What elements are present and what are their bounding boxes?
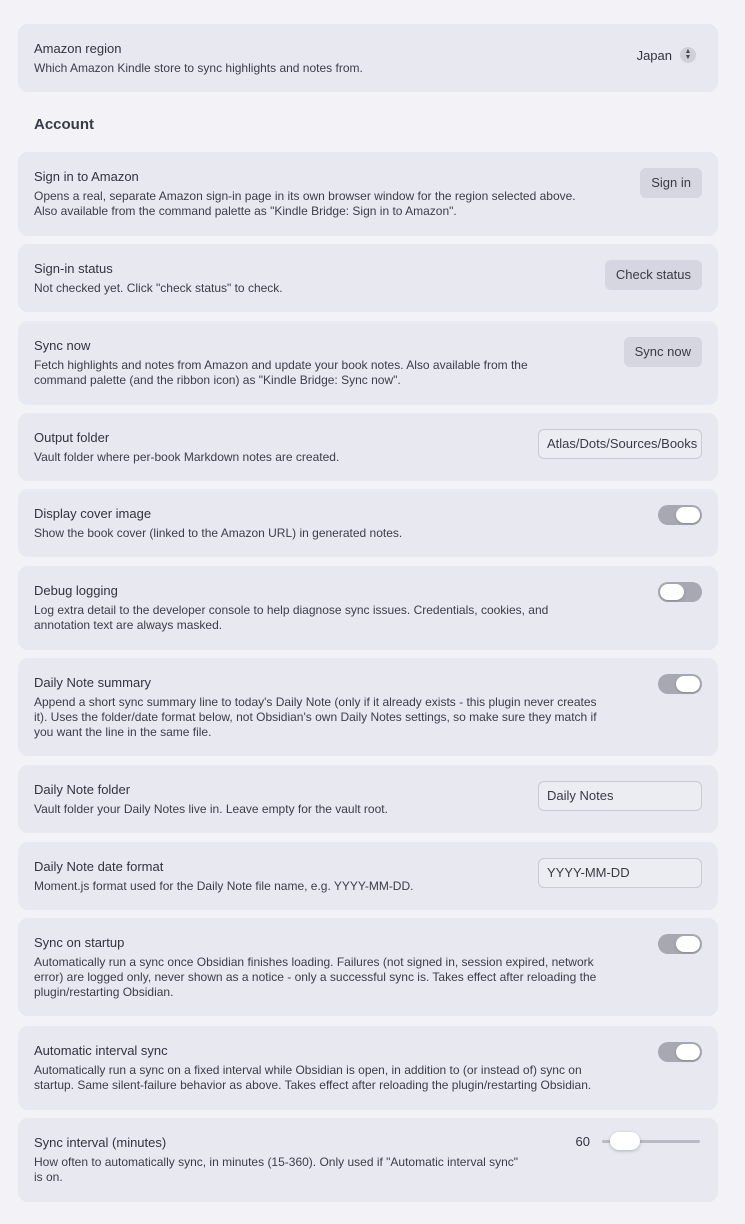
setting-name: Daily Note date format [34,859,164,874]
setting-sync-interval: Sync interval (minutes) How often to aut… [18,1118,718,1202]
setting-name: Output folder [34,430,110,445]
region-select-value: Japan [636,47,672,63]
check-status-button[interactable]: Check status [604,260,702,290]
daily-note-date-format-input[interactable]: YYYY-MM-DD [538,858,702,888]
setting-description: Automatically run a sync once Obsidian f… [34,955,594,969]
setting-name: Daily Note summary [34,675,152,690]
setting-description: Opens a real, separate Amazon sign-in pa… [34,189,576,203]
section-heading-account: Account [34,116,94,133]
daily-note-summary-toggle[interactable] [658,674,702,694]
setting-description: you want the line in the same file. [34,725,212,739]
setting-description: Also available from the command palette … [34,204,457,218]
setting-description: Vault folder your Daily Notes live in. L… [34,802,388,816]
sync-now-button[interactable]: Sync now [623,337,702,367]
setting-name: Display cover image [34,506,152,521]
setting-description: Fetch highlights and notes from Amazon a… [34,358,528,372]
setting-description: Vault folder where per-book Markdown not… [34,450,340,464]
setting-daily-note-folder: Daily Note folder Vault folder your Dail… [18,765,718,833]
setting-description: annotation text are always masked. [34,618,223,632]
setting-description: Log extra detail to the developer consol… [34,603,549,617]
setting-description: Moment.js format used for the Daily Note… [34,879,414,893]
setting-description: Which Amazon Kindle store to sync highli… [34,61,363,75]
sign-in-button[interactable]: Sign in [640,168,702,198]
setting-name: Daily Note folder [34,782,131,797]
setting-sign-in: Sign in to Amazon Opens a real, separate… [18,152,718,236]
setting-description: Show the book cover (linked to the Amazo… [34,526,403,540]
setting-name: Amazon region [34,41,122,56]
setting-name: Sync on startup [34,935,125,950]
debug-logging-toggle[interactable] [658,582,702,602]
setting-debug-logging: Debug logging Log extra detail to the de… [18,566,718,650]
output-folder-input[interactable]: Atlas/Dots/Sources/Books [538,429,702,459]
sync-interval-value: 60 [575,1134,590,1149]
toggle-knob [676,507,700,523]
chevron-updown-icon: ▲ ▼ [680,47,696,63]
setting-description: How often to automatically sync, in minu… [34,1155,519,1169]
sync-on-startup-toggle[interactable] [658,934,702,954]
automatic-interval-sync-toggle[interactable] [658,1042,702,1062]
setting-name: Sync now [34,338,91,353]
toggle-knob [676,676,700,692]
toggle-knob [676,936,700,952]
setting-name: Sync interval (minutes) [34,1135,167,1150]
setting-name: Debug logging [34,583,118,598]
sync-interval-slider-handle[interactable] [610,1132,640,1150]
setting-name: Sign in to Amazon [34,169,139,184]
setting-description: is on. [34,1170,63,1184]
setting-description: Append a short sync summary line to toda… [34,695,597,709]
settings-page: Amazon region Which Amazon Kindle store … [0,0,745,1224]
setting-description: error) are logged only, never shown as a… [34,970,597,984]
daily-note-folder-input[interactable]: Daily Notes [538,781,702,811]
setting-daily-note-summary: Daily Note summary Append a short sync s… [18,658,718,756]
setting-description: Not checked yet. Click "check status" to… [34,281,283,295]
region-select[interactable]: Japan ▲ ▼ [637,44,696,66]
setting-name: Automatic interval sync [34,1043,168,1058]
setting-description: it). Uses the folder/date format below, … [34,710,597,724]
toggle-knob [660,584,684,600]
display-cover-toggle[interactable] [658,505,702,525]
setting-description: startup. Same silent-failure behavior as… [34,1078,592,1092]
setting-sign-in-status: Sign-in status Not checked yet. Click "c… [18,244,718,312]
setting-description: plugin/restarting Obsidian. [34,985,174,999]
setting-automatic-interval-sync: Automatic interval sync Automatically ru… [18,1026,718,1110]
setting-daily-note-date-format: Daily Note date format Moment.js format … [18,842,718,910]
setting-description: command palette (and the ribbon icon) as… [34,373,401,387]
toggle-knob [676,1044,700,1060]
setting-output-folder: Output folder Vault folder where per-boo… [18,413,718,481]
setting-description: Automatically run a sync on a fixed inte… [34,1063,582,1077]
setting-display-cover: Display cover image Show the book cover … [18,489,718,557]
setting-sync-on-startup: Sync on startup Automatically run a sync… [18,918,718,1016]
setting-name: Sign-in status [34,261,113,276]
setting-amazon-region: Amazon region Which Amazon Kindle store … [18,24,718,92]
setting-sync-now: Sync now Fetch highlights and notes from… [18,321,718,405]
